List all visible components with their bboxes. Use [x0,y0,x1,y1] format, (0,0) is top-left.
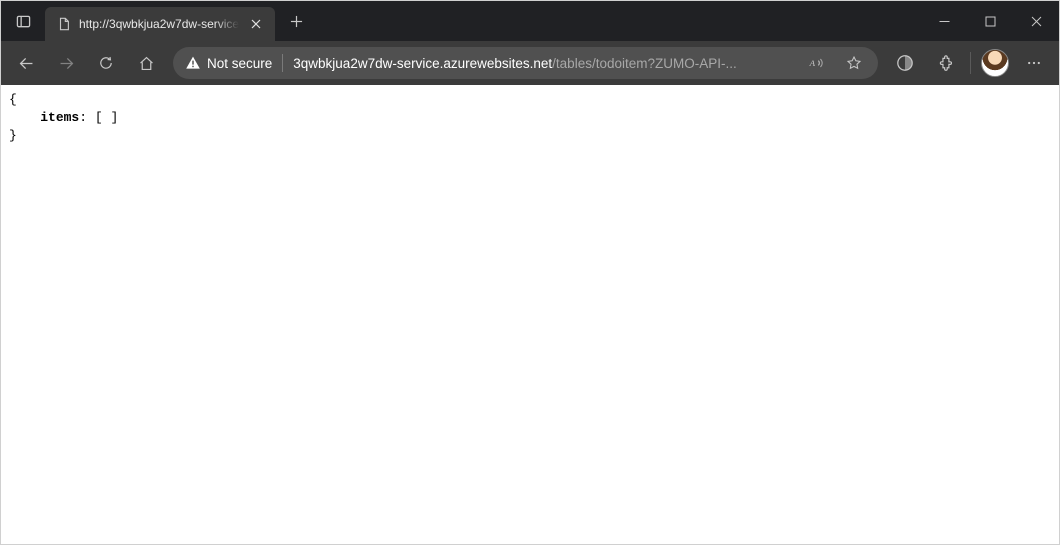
minimize-icon [939,16,950,27]
refresh-icon [98,55,114,71]
favorite-icon [846,55,862,71]
window-close-button[interactable] [1013,1,1059,41]
divider [282,54,283,72]
tab-close-button[interactable] [247,15,265,33]
minimize-button[interactable] [921,1,967,41]
json-line: } [9,128,17,143]
back-icon [18,55,35,72]
toolbar: Not secure 3qwbkjua2w7dw-service.azurewe… [1,41,1059,85]
read-aloud-icon: A [808,55,824,71]
browser-essentials-icon [896,54,914,72]
close-icon [251,19,261,29]
url-path: /tables/todoitem?ZUMO-API-... [552,56,737,71]
browser-essentials-button[interactable] [886,45,924,81]
toolbar-right [886,45,1053,81]
favorite-button[interactable] [840,49,868,77]
close-icon [1031,16,1042,27]
titlebar: http://3qwbkjua2w7dw-service.a [1,1,1059,41]
forward-button[interactable] [47,45,85,81]
json-key: items [40,110,79,125]
read-aloud-button[interactable]: A [802,49,830,77]
new-tab-button[interactable] [281,6,311,36]
extensions-button[interactable] [926,45,964,81]
browser-tab-active[interactable]: http://3qwbkjua2w7dw-service.a [45,7,275,41]
window-controls [921,1,1059,41]
json-line: { [9,92,17,107]
page-content: { items: [ ] } [1,85,1059,152]
refresh-button[interactable] [87,45,125,81]
forward-icon [58,55,75,72]
extensions-icon [937,55,954,72]
home-icon [138,55,155,72]
security-label-text: Not secure [207,56,272,71]
tab-actions-icon [16,14,31,29]
divider [970,52,971,74]
security-indicator[interactable]: Not secure [185,55,272,71]
settings-menu-button[interactable] [1015,45,1053,81]
maximize-button[interactable] [967,1,1013,41]
url-text: 3qwbkjua2w7dw-service.azurewebsites.net/… [293,56,792,71]
plus-icon [290,15,303,28]
tab-actions-button[interactable] [1,1,45,41]
home-button[interactable] [127,45,165,81]
warning-icon [185,55,201,71]
json-value: : [ ] [79,110,118,125]
settings-menu-icon [1026,55,1042,71]
address-bar[interactable]: Not secure 3qwbkjua2w7dw-service.azurewe… [173,47,878,79]
profile-avatar[interactable] [981,49,1009,77]
tab-title: http://3qwbkjua2w7dw-service.a [79,17,239,31]
svg-text:A: A [809,58,816,68]
url-host: 3qwbkjua2w7dw-service.azurewebsites.net [293,56,552,71]
maximize-icon [985,16,996,27]
back-button[interactable] [7,45,45,81]
page-icon [57,17,71,31]
